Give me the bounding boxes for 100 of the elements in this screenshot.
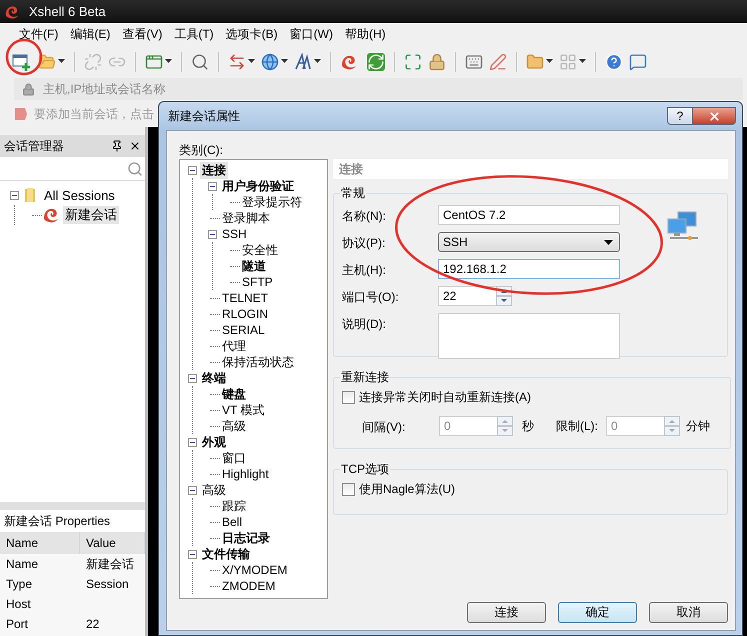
caret-icon[interactable] [165, 59, 172, 64]
pen-icon[interactable] [489, 52, 507, 70]
annotation-circle [6, 38, 42, 76]
lock-icon[interactable] [428, 52, 446, 70]
caret-icon [604, 240, 613, 244]
tree-item[interactable]: SFTP [240, 275, 275, 289]
collapse-toggle[interactable] [188, 374, 196, 382]
tree-item[interactable]: 隧道 [240, 258, 268, 274]
collapse-toggle[interactable] [188, 438, 196, 446]
menu-item[interactable]: 工具(T) [169, 24, 219, 45]
close-button[interactable] [692, 107, 736, 125]
checkbox-label: 使用Nagle算法(U) [359, 481, 456, 498]
tree-item[interactable]: 窗口 [220, 450, 248, 466]
keyboard-icon[interactable] [465, 52, 483, 70]
tree-item[interactable]: ZMODEM [220, 579, 278, 593]
collapse-toggle[interactable] [208, 182, 216, 190]
unit-label: 分钟 [686, 418, 710, 434]
search-field[interactable] [0, 157, 145, 181]
tree-item[interactable]: 外观 [200, 434, 228, 450]
tree-item[interactable]: 保持活动状态 [220, 354, 296, 370]
tree-item[interactable]: SSH [220, 227, 249, 241]
menu-item[interactable]: 编辑(E) [65, 24, 116, 45]
text-field[interactable]: CentOS 7.2 [438, 205, 620, 225]
pin-icon[interactable] [111, 140, 123, 152]
tree-item[interactable]: Bell [220, 515, 244, 529]
port-field[interactable]: 22 [438, 286, 496, 306]
collapse-toggle[interactable] [10, 190, 18, 200]
caret-icon[interactable] [314, 59, 321, 64]
window-title: Xshell 6 Beta [29, 4, 106, 19]
tree-item[interactable]: RLOGIN [220, 307, 270, 321]
collapse-toggle[interactable] [188, 166, 196, 174]
tree-item[interactable]: 连接 [200, 162, 228, 178]
tree-item[interactable]: 登录提示符 [240, 194, 304, 210]
tree-item[interactable]: SERIAL [220, 323, 267, 337]
window-icon[interactable] [145, 52, 163, 70]
tree-item[interactable]: 新建会话 [63, 206, 119, 224]
font-icon[interactable] [294, 52, 312, 70]
search-icon[interactable] [191, 52, 209, 70]
table-cell-text: Port [5, 616, 30, 633]
swirl-icon [4, 4, 20, 20]
close-icon [708, 110, 720, 122]
menu-item[interactable]: 文件(F) [14, 24, 64, 45]
hint-text: 要添加当前会话，点击 [34, 106, 154, 122]
tree-item[interactable]: 用户身份验证 [220, 178, 296, 194]
tree-item[interactable]: 跟踪 [220, 498, 248, 514]
tree-item[interactable]: 日志记录 [220, 530, 272, 546]
panel-title: 会话管理器 [4, 138, 65, 154]
help-button[interactable]: ? [667, 107, 693, 125]
caret-icon[interactable] [248, 59, 255, 64]
tree-item[interactable]: 安全性 [240, 242, 280, 258]
tree-item[interactable]: TELNET [220, 291, 270, 305]
folder-icon [22, 187, 38, 203]
field-label: 间隔(V): [362, 419, 406, 436]
menu-item[interactable]: 查看(V) [117, 24, 168, 45]
globe-icon[interactable] [261, 52, 279, 70]
dialog-button[interactable]: 确定 [558, 602, 637, 623]
field-label: 协议(P): [342, 235, 386, 252]
category-label: 类别(C): [179, 142, 224, 159]
tree-item[interactable]: 代理 [220, 338, 248, 354]
description-field[interactable] [438, 313, 620, 359]
search-icon[interactable] [127, 160, 143, 176]
collapse-toggle[interactable] [188, 486, 196, 494]
menu-item[interactable]: 帮助(H) [340, 24, 391, 45]
checkbox[interactable] [342, 483, 355, 496]
transfer-icon[interactable] [228, 52, 246, 70]
caret-icon[interactable] [579, 59, 586, 64]
table-cell-text: Host [5, 596, 32, 613]
spin-buttons[interactable] [496, 286, 512, 306]
caret-icon[interactable] [546, 59, 553, 64]
tree-item[interactable]: 键盘 [220, 386, 248, 402]
network-icon [666, 211, 700, 241]
tree-item[interactable]: All Sessions [42, 188, 117, 202]
menu-item[interactable]: 选项卡(B) [220, 24, 283, 45]
tree-item[interactable]: X/YMODEM [220, 563, 290, 577]
tree-item[interactable]: 登录脚本 [220, 210, 272, 226]
protocol-dropdown[interactable]: SSH [438, 232, 620, 252]
tree-item[interactable]: 高级 [220, 418, 248, 434]
caret-icon[interactable] [281, 59, 288, 64]
checkbox[interactable] [342, 391, 355, 404]
sync-icon[interactable] [367, 52, 385, 70]
checkbox-label: 连接异常关闭时自动重新连接(A) [359, 389, 531, 406]
tree-item[interactable]: VT 模式 [220, 402, 266, 418]
caret-icon[interactable] [58, 59, 65, 64]
fullscreen-icon[interactable] [404, 52, 422, 70]
help-icon[interactable] [605, 52, 623, 70]
chat-icon[interactable] [629, 52, 647, 70]
tree-item[interactable]: 文件传输 [200, 546, 252, 562]
tree-item[interactable]: 高级 [200, 482, 228, 498]
text-field[interactable]: 192.168.1.2 [438, 259, 620, 279]
dialog-button[interactable]: 连接 [467, 602, 546, 623]
new-session-icon[interactable] [12, 52, 32, 70]
menu-item[interactable]: 窗口(W) [284, 24, 338, 45]
field-label: 限制(L): [556, 418, 598, 434]
close-icon[interactable] [129, 140, 141, 152]
tree-item[interactable]: 终端 [200, 370, 228, 386]
collapse-toggle[interactable] [188, 550, 196, 558]
properties-title: 新建会话 Properties [0, 510, 145, 532]
tree-item[interactable]: Highlight [220, 467, 271, 481]
dialog-button[interactable]: 取消 [649, 602, 728, 623]
collapse-toggle[interactable] [208, 230, 216, 238]
